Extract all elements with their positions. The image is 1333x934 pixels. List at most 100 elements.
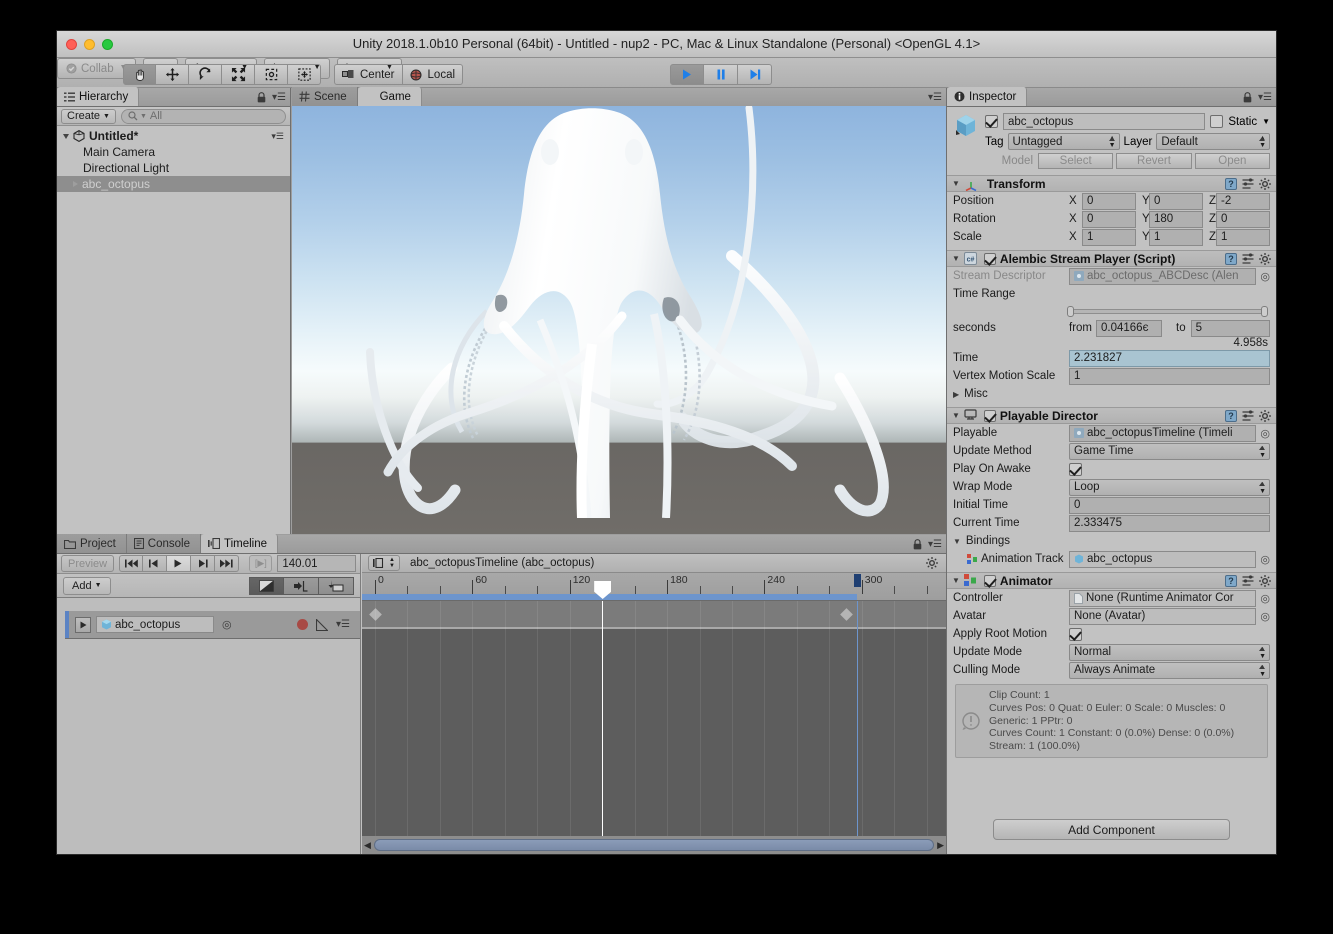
rotation-y-input[interactable]: 180 — [1149, 210, 1203, 228]
wrap-mode-dropdown[interactable]: Loop ▲ ▼ — [1069, 478, 1270, 496]
rect-tool-button[interactable] — [255, 64, 288, 85]
component-header-icons[interactable]: ? — [1225, 409, 1271, 422]
component-header-transform[interactable]: ▼ Transform ? — [947, 175, 1276, 192]
time-range-slider[interactable] — [947, 303, 1276, 317]
timeline-asset-breadcrumb[interactable]: abc_octopusTimeline (abc_octopus) — [410, 557, 594, 569]
time-input[interactable]: 2.231827 — [1069, 349, 1270, 367]
object-picker-icon[interactable]: ◎ — [1260, 592, 1270, 605]
tab-timeline[interactable]: Timeline — [201, 534, 279, 553]
chevron-down-icon[interactable]: ▼ — [952, 254, 960, 263]
position-y-input[interactable]: 0 — [1149, 192, 1203, 210]
scrollbar-thumb[interactable] — [373, 839, 935, 851]
game-view-render[interactable] — [292, 106, 946, 534]
tab-game[interactable]: Game — [357, 87, 422, 106]
object-name-input[interactable]: abc_octopus — [1003, 113, 1206, 130]
rotation-x-input[interactable]: 0 — [1082, 210, 1136, 228]
to-input[interactable]: 5 — [1190, 319, 1270, 337]
avatar-field[interactable]: None (Avatar) — [1069, 607, 1257, 625]
object-enabled-checkbox[interactable] — [985, 115, 998, 128]
pause-button[interactable] — [704, 64, 738, 85]
tag-dropdown[interactable]: Untagged ▲ ▼ — [1007, 133, 1120, 150]
object-picker-icon[interactable]: ◎ — [222, 618, 232, 631]
object-picker-icon[interactable]: ◎ — [1260, 553, 1270, 566]
chevron-down-icon[interactable]: ▼ — [952, 576, 960, 585]
timeline-track-area[interactable] — [362, 601, 946, 836]
track-menu-icon[interactable]: ▾☰ — [336, 619, 350, 630]
initial-time-input[interactable]: 0 — [1069, 496, 1270, 514]
scroll-right-icon[interactable]: ▶ — [937, 840, 944, 851]
tab-hierarchy[interactable]: Hierarchy — [57, 87, 140, 106]
scene-root-row[interactable]: Untitled* ▾☰ — [57, 128, 290, 144]
track-controls[interactable]: ▾☰ — [297, 618, 360, 631]
goto-start-button[interactable] — [119, 555, 144, 572]
object-picker-icon[interactable]: ◎ — [1260, 270, 1270, 283]
object-picker-icon[interactable]: ◎ — [1260, 610, 1270, 623]
apply-root-motion-checkbox[interactable] — [1069, 627, 1082, 641]
goto-end-button[interactable] — [214, 555, 239, 572]
misc-foldout[interactable]: ▶ Misc — [947, 385, 1276, 403]
rotation-z-input[interactable]: 0 — [1216, 210, 1270, 228]
component-header-alembic[interactable]: ▼ c# Alembic Stream Player (Script) ? — [947, 250, 1276, 267]
component-header-animator[interactable]: ▼ Animator ? — [947, 572, 1276, 589]
culling-mode-dropdown[interactable]: Always Animate ▲ ▼ — [1069, 661, 1270, 679]
pivot-tools-group[interactable]: Center Local — [334, 64, 464, 85]
gear-icon[interactable] — [926, 557, 938, 569]
director-enabled-checkbox[interactable] — [983, 409, 996, 422]
position-x-input[interactable]: 0 — [1082, 192, 1136, 210]
play-on-awake-checkbox[interactable] — [1069, 462, 1082, 476]
timeline-horizontal-scrollbar[interactable]: ◀ ▶ — [362, 836, 946, 854]
hierarchy-item-main-camera[interactable]: Main Camera — [57, 144, 290, 160]
range-end-marker[interactable] — [853, 574, 861, 587]
object-picker-icon[interactable]: ◎ — [1260, 427, 1270, 440]
step-button[interactable] — [738, 64, 772, 85]
controller-field[interactable]: None (Runtime Animator Cor — [1069, 589, 1257, 607]
chevron-down-icon[interactable] — [63, 133, 69, 139]
current-time-input[interactable]: 2.333475 — [1069, 514, 1270, 532]
from-input[interactable]: 0.04166є — [1096, 319, 1162, 337]
hierarchy-search-input[interactable]: ▼ All — [120, 108, 286, 124]
preview-button[interactable]: Preview — [61, 555, 115, 572]
tab-project[interactable]: Project — [57, 534, 127, 553]
model-revert-button[interactable]: Revert — [1116, 153, 1192, 169]
update-mode-dropdown[interactable]: Normal ▲ ▼ — [1069, 643, 1270, 661]
binding-value-field[interactable]: abc_octopus — [1069, 550, 1257, 568]
panel-menu-icon[interactable]: ▾☰ — [1258, 92, 1272, 103]
chevron-down-icon[interactable]: ▼ — [952, 179, 960, 188]
create-button[interactable]: Create ▼ — [61, 108, 116, 124]
chevron-right-icon[interactable] — [73, 181, 78, 187]
chevron-down-icon[interactable]: ▼ — [953, 537, 961, 546]
alembic-enabled-checkbox[interactable] — [983, 252, 996, 265]
timeline-mode-replace-button[interactable] — [319, 576, 354, 595]
play-button[interactable] — [670, 64, 704, 85]
animator-enabled-checkbox[interactable] — [983, 574, 996, 587]
panel-menu-icon[interactable]: ▾☰ — [928, 92, 942, 103]
chevron-right-icon[interactable]: ▶ — [953, 390, 959, 399]
timeline-track-header-row[interactable]: abc_octopus ◎ ▾☰ — [65, 611, 360, 639]
range-handle-min[interactable] — [1067, 306, 1074, 317]
scale-y-input[interactable]: 1 — [1149, 228, 1203, 246]
rotate-tool-button[interactable] — [189, 64, 222, 85]
model-open-button[interactable]: Open — [1194, 153, 1270, 169]
scale-z-input[interactable]: 1 — [1216, 228, 1270, 246]
frame-input[interactable]: 140.01 — [277, 555, 357, 572]
timeline-play-button[interactable] — [167, 555, 191, 572]
layer-dropdown[interactable]: Default ▲ ▼ — [1156, 133, 1270, 150]
playable-field[interactable]: abc_octopusTimeline (Timeli — [1069, 424, 1257, 442]
model-select-button[interactable]: Select — [1038, 153, 1114, 169]
add-track-button[interactable]: Add ▼ — [63, 576, 111, 595]
scale-x-input[interactable]: 1 — [1082, 228, 1136, 246]
handle-space-button[interactable]: Local — [402, 64, 464, 85]
component-header-icons[interactable]: ? — [1225, 574, 1271, 587]
tab-console[interactable]: Console — [126, 534, 201, 553]
component-header-icons[interactable]: ? — [1225, 252, 1271, 265]
component-header-playable-director[interactable]: ▼ Playable Director ? — [947, 407, 1276, 424]
component-header-icons[interactable]: ? — [1225, 177, 1271, 190]
timeline-lock-mode-button[interactable]: ▲ ▼ — [368, 555, 400, 571]
next-frame-button[interactable] — [190, 555, 215, 572]
stream-descriptor-field[interactable]: abc_octopus_ABCDesc (Alen — [1069, 267, 1257, 285]
vertex-motion-input[interactable]: 1 — [1069, 367, 1270, 385]
scale-tool-button[interactable] — [222, 64, 255, 85]
chevron-down-icon[interactable]: ▼ — [1262, 117, 1270, 126]
update-method-dropdown[interactable]: Game Time ▲ ▼ — [1069, 442, 1270, 460]
panel-menu-icon[interactable]: ▾☰ — [272, 92, 286, 103]
